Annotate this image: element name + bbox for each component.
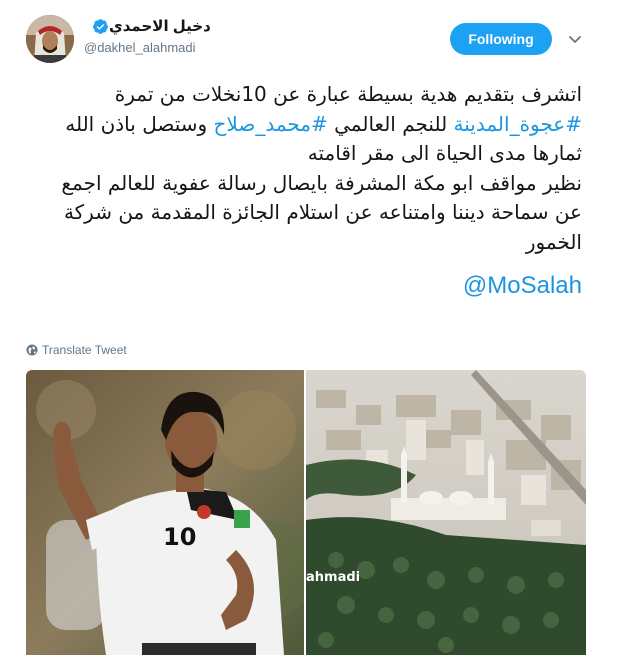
tweet-line: الخمور [525,229,582,254]
tweet-line: اتشرف بتقديم هدية بسيطة عبارة عن 10نخلات… [114,82,582,106]
verified-badge-icon [93,18,108,34]
football-player-photo[interactable]: 10 [26,370,304,655]
translate-label[interactable]: Translate Tweet [42,343,127,357]
aerial-city-mosque-photo[interactable] [306,370,586,655]
tweet-line-segment: للنجم العالمي [327,111,454,136]
media-bottom-bar [142,643,256,655]
mention-link[interactable]: @MoSalah [20,272,582,300]
user-handle[interactable]: @dakhel_alahmadi [84,40,196,55]
translate-tweet-link[interactable]: Translate Tweet [26,343,127,357]
hashtag-link[interactable]: #محمد_صلاح [214,112,328,136]
following-button[interactable]: Following [450,23,552,55]
chevron-down-icon[interactable] [567,31,583,47]
tweet-text: اتشرف بتقديم هدية بسيطة عبارة عن 10نخلات… [20,80,582,257]
tweet-line: عن سماحة ديننا وامتناعه عن استلام الجائز… [63,200,582,224]
display-name[interactable]: دخيل الاحمدي [109,17,211,35]
display-name-row[interactable]: دخيل الاحمدي [88,16,211,36]
globe-icon [26,344,38,356]
tweet-line: نظير مواقف ابو مكة المشرفة بايصال رسالة … [61,170,582,195]
tweet-line: #عجوة_المدينة للنجم العالمي #محمد_صلاح و… [20,110,582,140]
avatar[interactable] [26,15,74,63]
tweet-line: ثمارها مدى الحياة الى مقر اقامته [307,141,582,165]
svg-text:10: 10 [163,523,196,551]
tweet-media[interactable]: 10 ahmadi [26,370,586,655]
tweet-line-segment: وستصل باذن الله [65,111,214,136]
hashtag-link[interactable]: #عجوة_المدينة [454,112,582,136]
avatar-image [26,15,74,63]
photo-watermark: ahmadi [306,570,361,585]
